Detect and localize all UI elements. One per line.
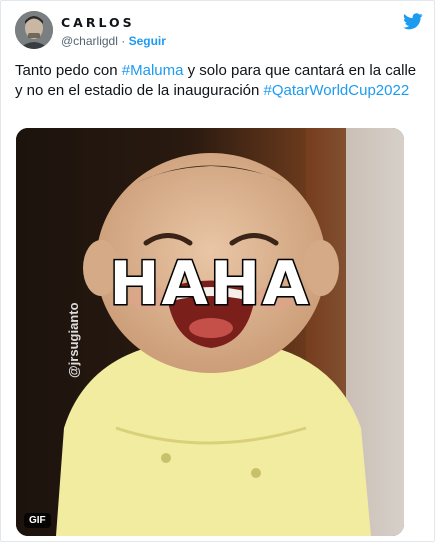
tweet-card: CARLOS @charligdl · Seguir Tanto pedo co… xyxy=(0,0,435,542)
user-handle[interactable]: @charligdl xyxy=(61,34,118,48)
author-info: CARLOS @charligdl · Seguir xyxy=(61,15,166,48)
gif-media[interactable]: @jrsugianto HAHA GIF xyxy=(16,128,404,536)
handle-row: @charligdl · Seguir xyxy=(61,34,166,48)
gif-badge: GIF xyxy=(24,513,51,528)
separator-dot: · xyxy=(121,34,126,48)
gif-caption: HAHA xyxy=(108,249,311,319)
tweet-text: Tanto pedo con #Maluma y solo para que c… xyxy=(15,61,423,101)
hashtag-maluma[interactable]: #Maluma xyxy=(122,62,184,79)
avatar[interactable] xyxy=(15,11,53,49)
display-name[interactable]: CARLOS xyxy=(61,15,166,30)
hashtag-qatarworldcup2022[interactable]: #QatarWorldCup2022 xyxy=(264,82,410,99)
follow-button[interactable]: Seguir xyxy=(129,34,166,48)
avatar-image xyxy=(15,11,53,49)
twitter-bird-icon[interactable] xyxy=(403,13,423,30)
tweet-header: CARLOS @charligdl · Seguir xyxy=(15,11,425,51)
tweet-text-part1: Tanto pedo con xyxy=(15,62,122,79)
